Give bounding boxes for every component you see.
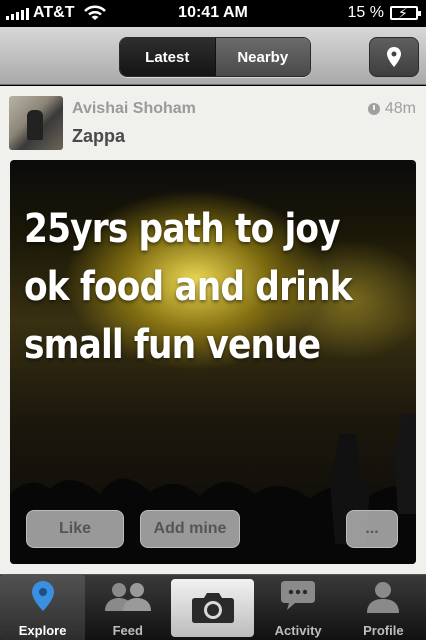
tab-activity[interactable]: Activity: [256, 575, 341, 640]
tab-feed[interactable]: Feed: [85, 575, 170, 640]
clock-icon: [367, 103, 380, 115]
battery-icon: ⚡: [390, 5, 421, 21]
camera-icon: [191, 593, 234, 623]
post-text: 25yrs path to joy ok food and drink smal…: [24, 200, 359, 374]
location-pin-icon: [387, 47, 401, 67]
avatar[interactable]: [9, 96, 63, 150]
author-name[interactable]: Avishai Shoham: [72, 100, 196, 118]
more-button[interactable]: ...: [346, 510, 398, 548]
feed-segmented-control: Latest Nearby: [119, 37, 311, 77]
segment-latest[interactable]: Latest: [120, 38, 216, 76]
post-text-line: 25yrs path to joy: [24, 206, 341, 252]
post-text-line: small fun venue: [24, 322, 321, 368]
post-content-area: Avishai Shoham Zappa 48m 25yrs path to j…: [0, 86, 426, 574]
location-pin-icon: [31, 581, 54, 611]
camera-button[interactable]: [171, 579, 255, 637]
location-button[interactable]: [369, 37, 419, 77]
post-time: 48m: [367, 100, 416, 118]
person-icon: [367, 582, 400, 613]
tab-label: Profile: [363, 623, 404, 638]
tab-explore[interactable]: Explore: [0, 575, 86, 640]
like-button[interactable]: Like: [26, 510, 124, 548]
time-ago: 48m: [384, 100, 416, 117]
tab-camera[interactable]: [170, 575, 255, 640]
status-bar: AT&T 10:41 AM 15 % ⚡: [0, 0, 426, 27]
add-mine-button[interactable]: Add mine: [140, 510, 240, 548]
post-header: Avishai Shoham Zappa 48m: [0, 86, 426, 160]
tab-label: Feed: [112, 623, 143, 638]
post-text-line: ok food and drink: [24, 264, 353, 310]
speech-bubble-icon: [281, 581, 316, 610]
battery-percent: 15 %: [347, 4, 384, 21]
battery-area: 15 % ⚡: [347, 4, 421, 22]
segment-nearby[interactable]: Nearby: [215, 38, 310, 76]
tab-label: Explore: [18, 623, 67, 638]
navigation-bar: Latest Nearby: [0, 27, 426, 85]
tab-label: Activity: [274, 623, 322, 638]
people-icon: [104, 583, 151, 611]
post-photo[interactable]: 25yrs path to joy ok food and drink smal…: [10, 160, 416, 564]
place-name[interactable]: Zappa: [72, 126, 125, 147]
tab-bar: Explore Feed Activity Profile: [0, 574, 426, 640]
tab-profile[interactable]: Profile: [341, 575, 426, 640]
